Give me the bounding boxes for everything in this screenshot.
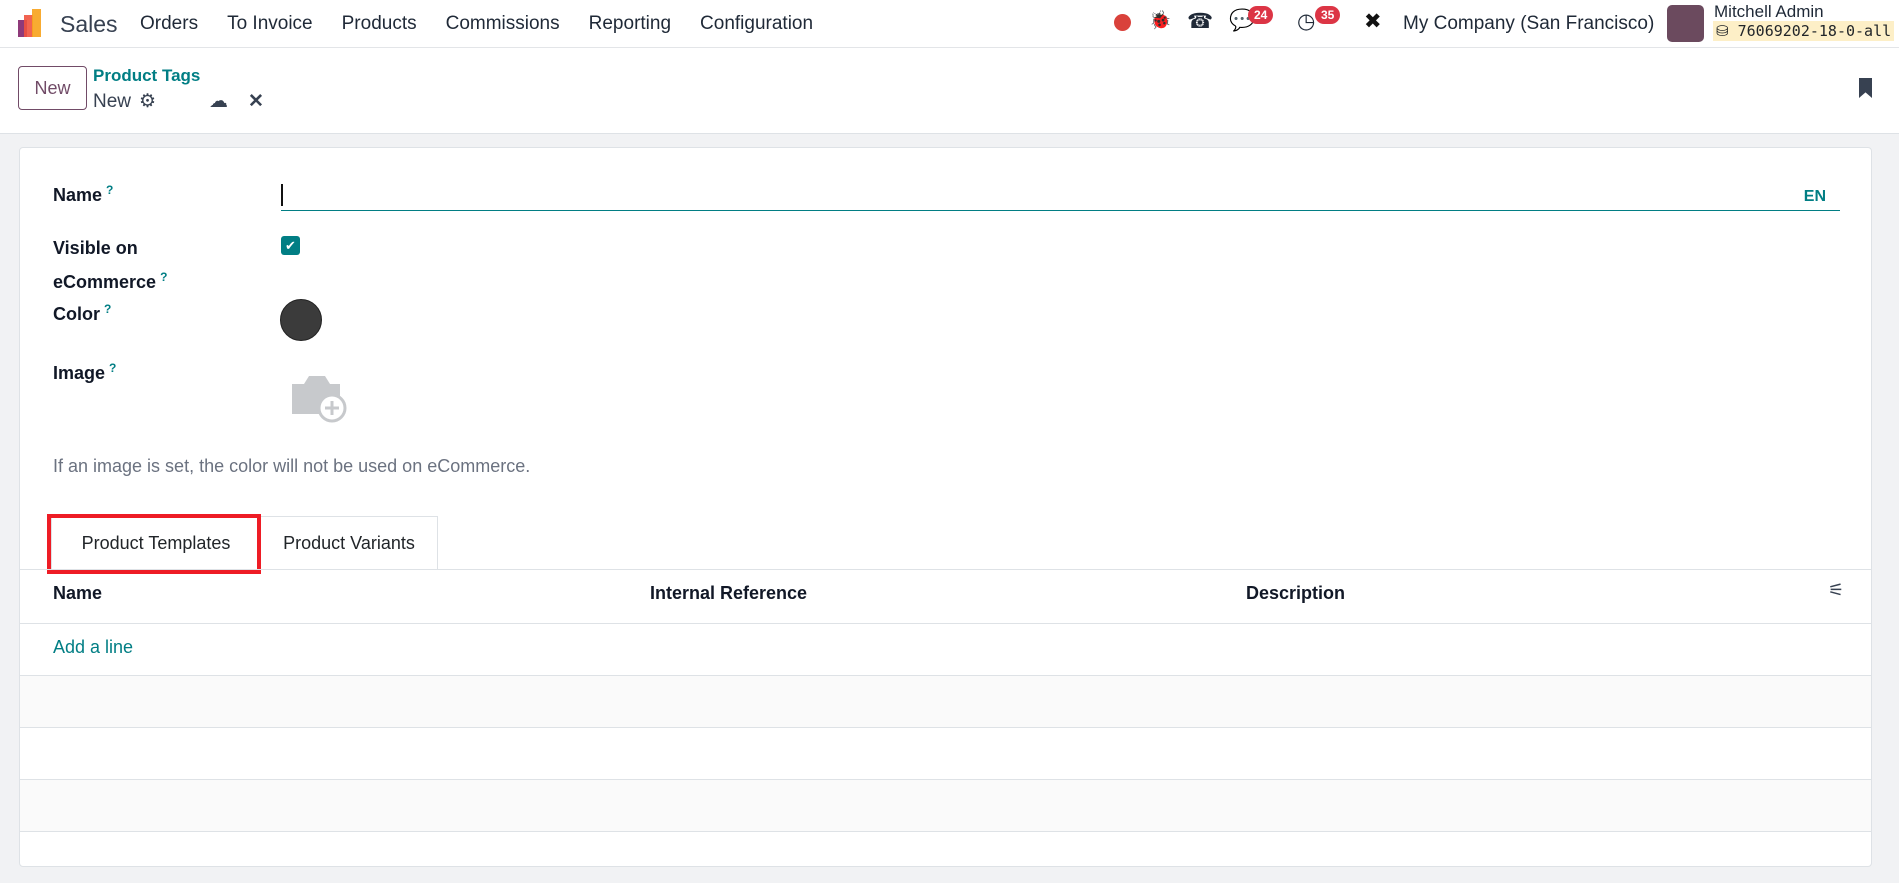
table-row-add: Add a line [20, 623, 1871, 675]
gear-icon[interactable]: ⚙ [139, 90, 156, 113]
activities-badge: 35 [1315, 6, 1341, 24]
menu-products[interactable]: Products [342, 13, 417, 35]
help-tooltip[interactable]: ? [106, 183, 113, 197]
visible-ecommerce-checkbox[interactable]: ✔ [281, 236, 300, 255]
record-dot-icon[interactable] [1114, 14, 1131, 31]
database-name: 76069202-18-0-all [1737, 22, 1892, 40]
main-menu: Orders To Invoice Products Commissions R… [140, 13, 842, 35]
column-internal-reference[interactable]: Internal Reference [650, 583, 807, 604]
tab-product-variants[interactable]: Product Variants [260, 516, 438, 569]
settings-tools-icon[interactable]: ✖ [1364, 9, 1382, 34]
breadcrumb-product-tags[interactable]: Product Tags [93, 66, 200, 86]
help-tooltip[interactable]: ? [104, 302, 111, 316]
discard-close-icon[interactable]: ✕ [248, 90, 264, 113]
save-cloud-icon[interactable]: ☁ [209, 90, 228, 113]
help-tooltip[interactable]: ? [160, 270, 167, 284]
image-label: Image? [53, 361, 116, 384]
visible-label-line2: eCommerce [53, 272, 157, 292]
control-panel: New Product Tags New ⚙ ☁ ✕ [0, 48, 1899, 134]
menu-reporting[interactable]: Reporting [589, 13, 671, 35]
menu-orders[interactable]: Orders [140, 13, 198, 35]
visible-label-line1: Visible on [53, 238, 138, 258]
app-name[interactable]: Sales [60, 11, 118, 38]
table-row [20, 831, 1871, 883]
user-avatar[interactable] [1667, 5, 1704, 42]
name-label-text: Name [53, 185, 103, 205]
column-name[interactable]: Name [53, 583, 102, 604]
company-switcher[interactable]: My Company (San Francisco) [1403, 13, 1654, 35]
image-label-text: Image [53, 363, 106, 383]
table-row [20, 675, 1871, 727]
sales-app-logo[interactable] [16, 8, 46, 38]
color-label-text: Color [53, 304, 100, 324]
phone-icon[interactable]: ☎ [1187, 9, 1213, 34]
activities-clock-icon[interactable]: ◷ [1297, 9, 1315, 34]
color-picker[interactable] [280, 299, 322, 341]
image-help-text: If an image is set, the color will not b… [53, 456, 531, 476]
menu-to-invoice[interactable]: To Invoice [227, 13, 313, 35]
optional-columns-icon[interactable]: ⚟ [1828, 580, 1844, 601]
name-label: Name? [53, 183, 113, 206]
new-button[interactable]: New [18, 66, 87, 110]
debug-bug-icon[interactable]: 🐞 [1149, 10, 1171, 31]
visible-ecommerce-label: Visible on eCommerce? [53, 234, 167, 297]
text-caret [281, 184, 283, 206]
top-navbar: Sales Orders To Invoice Products Commiss… [0, 0, 1899, 48]
help-tooltip[interactable]: ? [109, 361, 116, 375]
tab-divider [20, 569, 1871, 570]
table-row [20, 779, 1871, 831]
table-row [20, 727, 1871, 779]
camera-add-image-icon[interactable] [288, 370, 350, 424]
record-name: New [93, 91, 132, 112]
language-button[interactable]: EN [1804, 188, 1826, 206]
menu-configuration[interactable]: Configuration [700, 13, 813, 35]
bookmark-icon[interactable] [1859, 78, 1872, 98]
form-sheet: Name? EN Visible on eCommerce? ✔ Color? I… [19, 147, 1872, 867]
highlight-annotation [47, 514, 261, 574]
name-input[interactable]: EN [281, 182, 1840, 211]
menu-commissions[interactable]: Commissions [446, 13, 560, 35]
color-label: Color? [53, 302, 111, 325]
user-name[interactable]: Mitchell Admin [1714, 2, 1824, 22]
add-a-line-link[interactable]: Add a line [53, 637, 133, 658]
column-description[interactable]: Description [1246, 583, 1345, 604]
messages-badge: 24 [1248, 6, 1274, 24]
database-label: ⛁ 76069202-18-0-all [1713, 21, 1895, 41]
